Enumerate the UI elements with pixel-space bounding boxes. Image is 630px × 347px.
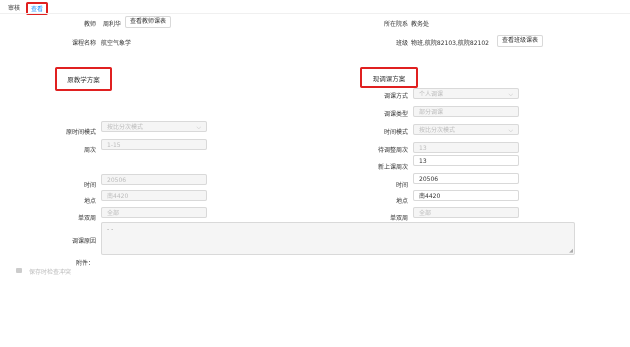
original-oddeven-label: 单双周 bbox=[77, 215, 96, 222]
adjusted-time-mode-value: 按比分次模式 bbox=[419, 127, 456, 134]
adjusted-location-label: 地点 bbox=[395, 198, 408, 205]
dept-label: 所在院系 bbox=[383, 21, 408, 28]
original-location-label: 地点 bbox=[83, 198, 96, 205]
adjusted-time-mode-select[interactable]: 按比分次模式 ⌵ bbox=[413, 124, 519, 135]
adjusted-plan-title: 现调课方案 bbox=[360, 67, 418, 88]
original-weeks-field[interactable]: 1-15 bbox=[101, 139, 207, 150]
original-weeks-label: 周次 bbox=[83, 147, 96, 154]
original-time-value: 20506 bbox=[107, 177, 127, 184]
tab-review[interactable]: 审核 bbox=[5, 2, 23, 13]
chevron-down-icon: ⌵ bbox=[196, 124, 201, 131]
new-weeks-label: 新上课周次 bbox=[377, 164, 408, 171]
class-value: 物班,航院82103,航院82102 bbox=[411, 40, 489, 47]
reason-textarea[interactable]: - - ◢ bbox=[101, 222, 575, 255]
pending-weeks-label: 待调整周次 bbox=[377, 147, 408, 154]
view-class-schedule-button[interactable]: 查看班级课表 bbox=[497, 35, 544, 47]
type-value: 部分调课 bbox=[419, 109, 444, 116]
pending-weeks-value: 13 bbox=[419, 145, 427, 152]
original-location-field[interactable]: 南4420 bbox=[101, 190, 207, 201]
original-time-mode-value: 按比分次模式 bbox=[107, 124, 144, 131]
course-value: 航空气象学 bbox=[101, 40, 132, 47]
original-time-mode-select[interactable]: 按比分次模式 ⌵ bbox=[101, 121, 207, 132]
adjusted-oddeven-label: 单双周 bbox=[389, 215, 408, 222]
chevron-down-icon: ⌵ bbox=[508, 91, 513, 98]
adjusted-time-value: 20506 bbox=[419, 176, 439, 183]
type-label: 调课类型 bbox=[383, 111, 408, 118]
original-oddeven-field[interactable]: 全部 bbox=[101, 207, 207, 218]
chevron-down-icon: ⌵ bbox=[508, 127, 513, 134]
view-teacher-schedule-button[interactable]: 查看教师课表 bbox=[125, 16, 172, 28]
adjusted-time-label: 时间 bbox=[395, 182, 408, 189]
reason-value: - - bbox=[107, 226, 114, 233]
original-weeks-value: 1-15 bbox=[107, 142, 121, 149]
method-select[interactable]: 个人调课 ⌵ bbox=[413, 88, 519, 99]
teacher-value: 周利华 bbox=[103, 21, 122, 28]
adjusted-location-input[interactable]: 南4420 bbox=[413, 190, 519, 201]
original-time-mode-label: 原时间模式 bbox=[65, 129, 96, 136]
original-oddeven-value: 全部 bbox=[107, 210, 120, 217]
type-field[interactable]: 部分调课 bbox=[413, 106, 519, 117]
method-value: 个人调课 bbox=[419, 91, 444, 98]
original-time-field[interactable]: 20506 bbox=[101, 174, 207, 185]
method-label: 调课方式 bbox=[383, 93, 408, 100]
attachment-label: 附件： bbox=[75, 260, 94, 267]
original-time-label: 时间 bbox=[83, 182, 96, 189]
dept-value: 教务处 bbox=[411, 21, 430, 28]
course-label: 课程名称 bbox=[71, 40, 96, 47]
original-location-value: 南4420 bbox=[107, 193, 129, 200]
class-label: 班级 bbox=[395, 40, 408, 47]
reason-label: 调课原因 bbox=[71, 238, 96, 245]
resize-handle-icon[interactable]: ◢ bbox=[569, 248, 573, 254]
save-check-label: 保存时检查冲突 bbox=[29, 269, 72, 276]
original-plan-title: 原教学方案 bbox=[55, 67, 112, 91]
new-weeks-value: 13 bbox=[419, 158, 427, 165]
adjusted-time-mode-label: 时间模式 bbox=[383, 129, 408, 136]
new-weeks-input[interactable]: 13 bbox=[413, 155, 519, 166]
teacher-label: 教师 bbox=[83, 21, 96, 28]
adjusted-location-value: 南4420 bbox=[419, 193, 441, 200]
pending-weeks-field[interactable]: 13 bbox=[413, 142, 519, 153]
adjusted-oddeven-value: 全部 bbox=[419, 210, 432, 217]
adjusted-time-input[interactable]: 20506 bbox=[413, 173, 519, 184]
tab-divider bbox=[0, 13, 630, 14]
checkbox-icon[interactable] bbox=[16, 268, 22, 273]
adjusted-oddeven-field[interactable]: 全部 bbox=[413, 207, 519, 218]
